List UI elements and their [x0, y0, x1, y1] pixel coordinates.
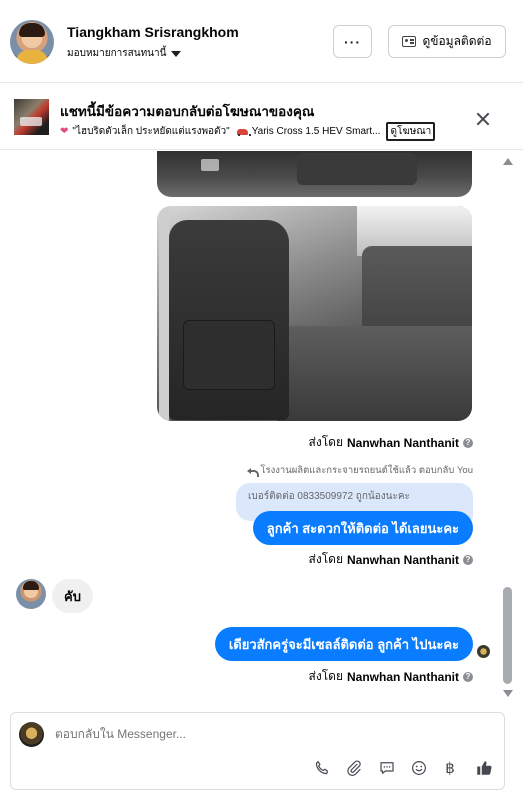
- heart-icon: ❤: [60, 126, 69, 137]
- reply-icon: [247, 467, 260, 477]
- caret-down-icon: [171, 50, 182, 57]
- sent-by-label: ส่งโดย Nanwhan Nanthanit ?: [309, 433, 473, 452]
- info-icon[interactable]: ?: [463, 554, 473, 565]
- more-options-button[interactable]: ···: [333, 25, 372, 58]
- sender-name: Nanwhan Nanthanit: [346, 435, 459, 450]
- incoming-message[interactable]: คับ: [52, 579, 93, 613]
- conversation-header: Tiangkham Srisrangkhom มอบหมายการสนทนานี…: [0, 0, 523, 83]
- outgoing-message[interactable]: ลูกค้า สะดวกให้ติดต่อ ได้เลยนะคะ: [252, 511, 473, 545]
- scroll-up-arrow[interactable]: [503, 158, 513, 165]
- view-contact-info-label: ดูข้อมูลติดต่อ: [422, 34, 492, 48]
- contact-avatar[interactable]: [10, 20, 54, 64]
- outgoing-message[interactable]: เดียวสักครู่จะมีเซลล์ติดต่อ ลูกค้า ไปนะค…: [214, 627, 473, 661]
- seen-receipt-avatar: [477, 645, 490, 658]
- baht-icon[interactable]: ฿: [439, 757, 461, 779]
- view-contact-info-button[interactable]: ดูข้อมูลติดต่อ: [388, 25, 506, 58]
- reply-reference: โรงงานผลิตและกระจายรถยนต์ใช้แล้ว ตอบกลับ…: [247, 463, 473, 478]
- scroll-down-arrow[interactable]: [503, 690, 513, 697]
- ad-banner-subtitle: ❤ "ไฮบริดตัวเล็ก ประหยัดแต่แรงพอตัว" Yar…: [60, 122, 436, 141]
- message-photo[interactable]: [157, 206, 472, 421]
- page-avatar: [19, 722, 44, 747]
- id-card-icon: [402, 36, 417, 47]
- contact-name[interactable]: Tiangkham Srisrangkhom: [67, 24, 239, 40]
- chat-icon[interactable]: [376, 757, 398, 779]
- ad-car-model: Yaris Cross 1.5 HEV Smart...: [251, 126, 381, 137]
- thumbs-up-icon[interactable]: [473, 757, 495, 779]
- ad-headline: "ไฮบริดตัวเล็ก ประหยัดแต่แรงพอตัว": [72, 126, 230, 137]
- sent-by-prefix: ส่งโดย: [308, 435, 343, 449]
- ad-banner-title: แชทนี้มีข้อความตอบกลับต่อโฆษณาของคุณ: [60, 104, 315, 119]
- sent-by-label: ส่งโดย Nanwhan Nanthanit ?: [309, 550, 473, 569]
- emoji-icon[interactable]: [408, 757, 430, 779]
- assign-label: มอบหมายการสนทนานี้: [67, 48, 167, 59]
- reply-reference-text: โรงงานผลิตและกระจายรถยนต์ใช้แล้ว ตอบกลับ…: [260, 465, 473, 476]
- sent-by-prefix: ส่งโดย: [308, 552, 343, 566]
- message-photo[interactable]: [157, 151, 472, 197]
- ad-reply-banner: แชทนี้มีข้อความตอบกลับต่อโฆษณาของคุณ ❤ "…: [0, 84, 523, 150]
- scrollbar-thumb[interactable]: [503, 587, 512, 684]
- more-icon: ···: [344, 33, 361, 50]
- phone-icon[interactable]: [311, 757, 333, 779]
- message-input[interactable]: [55, 727, 475, 741]
- ad-thumbnail[interactable]: [14, 99, 49, 135]
- info-icon[interactable]: ?: [463, 437, 473, 448]
- sent-by-prefix: ส่งโดย: [308, 669, 343, 683]
- contact-avatar[interactable]: [16, 579, 46, 609]
- assign-conversation-dropdown[interactable]: มอบหมายการสนทนานี้: [67, 46, 182, 61]
- sent-by-label: ส่งโดย Nanwhan Nanthanit ?: [309, 667, 473, 686]
- reply-composer: ฿: [10, 712, 505, 790]
- paperclip-icon[interactable]: [343, 757, 365, 779]
- info-icon[interactable]: ?: [463, 671, 473, 682]
- view-ad-link[interactable]: ดูโฆษณา: [386, 122, 436, 141]
- close-banner-button[interactable]: [474, 110, 492, 128]
- sender-name: Nanwhan Nanthanit: [346, 552, 459, 567]
- scrollbar[interactable]: [502, 151, 514, 706]
- car-icon: [236, 128, 251, 136]
- message-thread[interactable]: ส่งโดย Nanwhan Nanthanit ? โรงงานผลิตและ…: [0, 151, 523, 706]
- sender-name: Nanwhan Nanthanit: [346, 669, 459, 684]
